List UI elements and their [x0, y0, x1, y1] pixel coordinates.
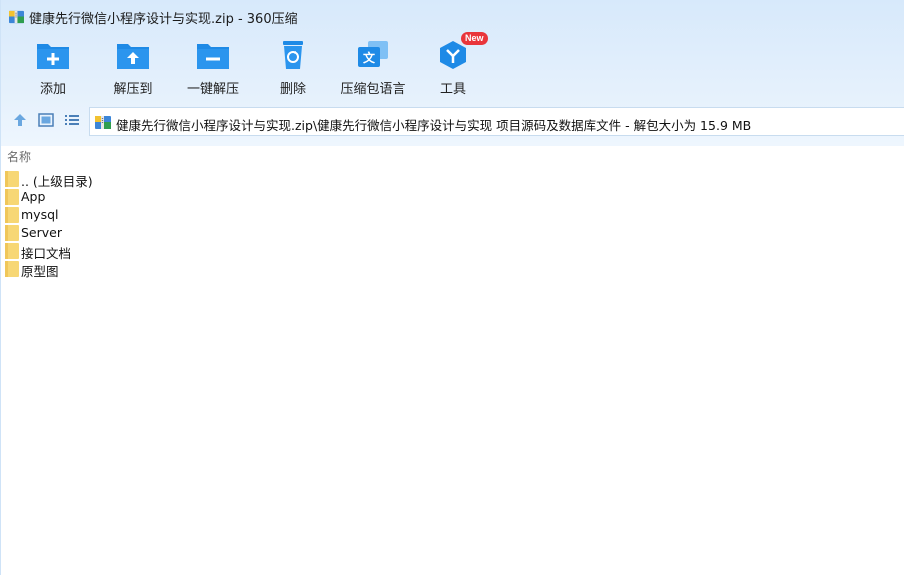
archive-app-icon [9, 10, 24, 24]
svg-text:文: 文 [363, 50, 376, 65]
list-item[interactable]: App [1, 188, 904, 206]
folder-icon [5, 189, 19, 205]
extract-to-icon [117, 44, 149, 69]
new-badge: New [461, 32, 488, 45]
title-bar: 健康先行微信小程序设计与实现.zip - 360压缩 [1, 0, 904, 32]
app-window: 健康先行微信小程序设计与实现.zip - 360压缩 添加 解压到 一键解压 删… [0, 0, 904, 575]
navigation-bar: 健康先行微信小程序设计与实现.zip\健康先行微信小程序设计与实现 项目源码及数… [1, 106, 904, 136]
add-button[interactable]: 添加 [13, 36, 93, 98]
folder-icon [5, 225, 19, 241]
archive-language-label: 压缩包语言 [340, 82, 406, 97]
folder-icon [5, 171, 19, 187]
list-view-icon[interactable] [63, 111, 81, 129]
extract-to-label: 解压到 [113, 82, 153, 97]
list-item[interactable]: .. (上级目录) [1, 170, 904, 189]
thumbnail-view-icon[interactable] [37, 111, 55, 129]
list-item[interactable]: 接口文档 [1, 242, 904, 261]
file-name: mysql [21, 207, 59, 222]
window-title: 健康先行微信小程序设计与实现.zip - 360压缩 [29, 12, 298, 27]
file-name: Server [21, 225, 62, 240]
add-folder-icon [37, 44, 69, 69]
file-name: 原型图 [21, 264, 59, 279]
list-item[interactable]: Server [1, 224, 904, 242]
column-header: 名称 [1, 146, 904, 166]
delete-label: 删除 [279, 82, 306, 97]
path-text: 健康先行微信小程序设计与实现.zip\健康先行微信小程序设计与实现 项目源码及数… [116, 118, 752, 133]
file-name: App [21, 189, 46, 204]
list-item[interactable]: mysql [1, 206, 904, 224]
path-bar[interactable]: 健康先行微信小程序设计与实现.zip\健康先行微信小程序设计与实现 项目源码及数… [89, 107, 904, 136]
add-label: 添加 [39, 82, 66, 97]
trash-icon [283, 41, 303, 69]
file-list: .. (上级目录) App mysql Server 接口文档 原型图 [1, 170, 904, 279]
folder-icon [5, 207, 19, 223]
archive-language-button[interactable]: 文 压缩包语言 [333, 36, 413, 98]
top-area: 健康先行微信小程序设计与实现.zip - 360压缩 添加 解压到 一键解压 删… [1, 0, 904, 146]
list-item[interactable]: 原型图 [1, 260, 904, 279]
one-click-extract-icon [197, 44, 229, 69]
archive-file-icon [95, 116, 111, 129]
toolbar: 添加 解压到 一键解压 删除 文 压缩包语言 New 工具 [1, 32, 904, 98]
tools-label: 工具 [439, 82, 466, 97]
name-column-header[interactable]: 名称 [7, 148, 31, 165]
tools-button[interactable]: New 工具 [413, 32, 493, 98]
one-click-extract-button[interactable]: 一键解压 [173, 36, 253, 98]
extract-to-button[interactable]: 解压到 [93, 36, 173, 98]
language-icon: 文 [358, 41, 388, 67]
up-arrow-icon[interactable] [11, 111, 29, 129]
one-click-extract-label: 一键解压 [186, 82, 239, 97]
folder-icon [5, 243, 19, 259]
folder-icon [5, 261, 19, 277]
delete-button[interactable]: 删除 [253, 36, 333, 98]
